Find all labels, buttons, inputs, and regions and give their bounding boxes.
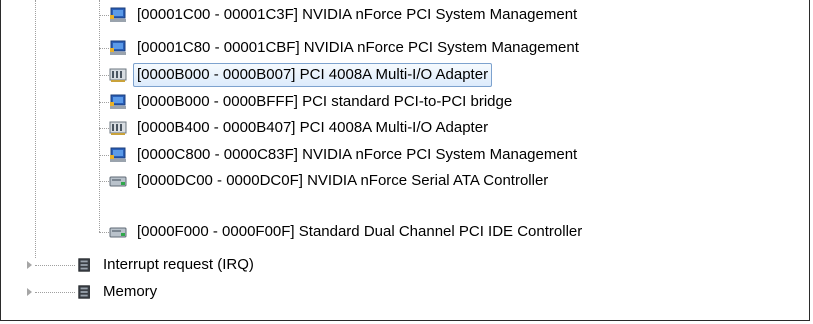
list-item[interactable]: [0000B000 - 0000BFFF] PCI standard PCI-t…: [109, 90, 516, 114]
list-item-label: [00001C00 - 00001C3F] NVIDIA nForce PCI …: [137, 6, 578, 23]
tree-connector: [99, 102, 109, 103]
list-item[interactable]: [0000B400 - 0000B407] PCI 4008A Multi-I/…: [109, 116, 492, 140]
multi-io-adapter-icon: [109, 68, 127, 82]
storage-controller-icon: [109, 176, 127, 187]
tree-connector: [99, 48, 109, 49]
system-device-icon: [110, 7, 126, 22]
tree-connector: [35, 292, 75, 293]
list-item[interactable]: [0000F000 - 0000F00F] Standard Dual Chan…: [109, 220, 586, 244]
list-item[interactable]: [0000C800 - 0000C83F] NVIDIA nForce PCI …: [109, 143, 581, 167]
tree-connector: [99, 181, 109, 182]
category-label: Interrupt request (IRQ): [103, 256, 254, 273]
system-device-icon: [110, 94, 126, 109]
tree-connector: [99, 232, 109, 233]
list-item-selected[interactable]: [0000B000 - 0000B007] PCI 4008A Multi-I/…: [109, 63, 493, 87]
multi-io-adapter-icon: [109, 121, 127, 135]
device-manager-tree-panel: [00001C00 - 00001C3F] NVIDIA nForce PCI …: [0, 0, 810, 321]
tree-connector: [99, 155, 109, 156]
storage-controller-icon: [109, 227, 127, 238]
list-item[interactable]: [0000DC00 - 0000DC0F] NVIDIA nForce Seri…: [109, 169, 552, 193]
expand-arrow-icon[interactable]: [27, 261, 32, 269]
tree-connector: [99, 15, 109, 16]
system-device-icon: [110, 40, 126, 55]
tree-guide-io: [99, 0, 100, 232]
list-item[interactable]: [00001C80 - 00001CBF] NVIDIA nForce PCI …: [109, 36, 583, 60]
expand-arrow-icon[interactable]: [27, 288, 32, 296]
list-item-label: [0000B000 - 0000B007] PCI 4008A Multi-I/…: [133, 63, 493, 87]
tree-category-irq[interactable]: Interrupt request (IRQ): [77, 253, 258, 277]
resources-tree: [00001C00 - 00001C3F] NVIDIA nForce PCI …: [1, 0, 809, 320]
list-item-label: [00001C80 - 00001CBF] NVIDIA nForce PCI …: [137, 39, 579, 56]
category-label: Memory: [103, 283, 158, 300]
tree-category-memory[interactable]: Memory: [77, 280, 161, 304]
tree-connector: [99, 75, 109, 76]
resource-category-icon: [78, 285, 90, 299]
list-item-label: [0000B000 - 0000BFFF] PCI standard PCI-t…: [137, 93, 513, 110]
resource-category-icon: [78, 258, 90, 272]
tree-guide-root: [35, 0, 36, 258]
list-item-label: [0000B400 - 0000B407] PCI 4008A Multi-I/…: [137, 119, 489, 136]
list-item-label: [0000DC00 - 0000DC0F] NVIDIA nForce Seri…: [137, 172, 549, 189]
system-device-icon: [110, 147, 126, 162]
tree-connector: [99, 128, 109, 129]
list-item-label: [0000F000 - 0000F00F] Standard Dual Chan…: [137, 223, 583, 240]
tree-connector: [35, 265, 75, 266]
list-item[interactable]: [00001C00 - 00001C3F] NVIDIA nForce PCI …: [109, 3, 581, 27]
list-item-label: [0000C800 - 0000C83F] NVIDIA nForce PCI …: [137, 146, 578, 163]
